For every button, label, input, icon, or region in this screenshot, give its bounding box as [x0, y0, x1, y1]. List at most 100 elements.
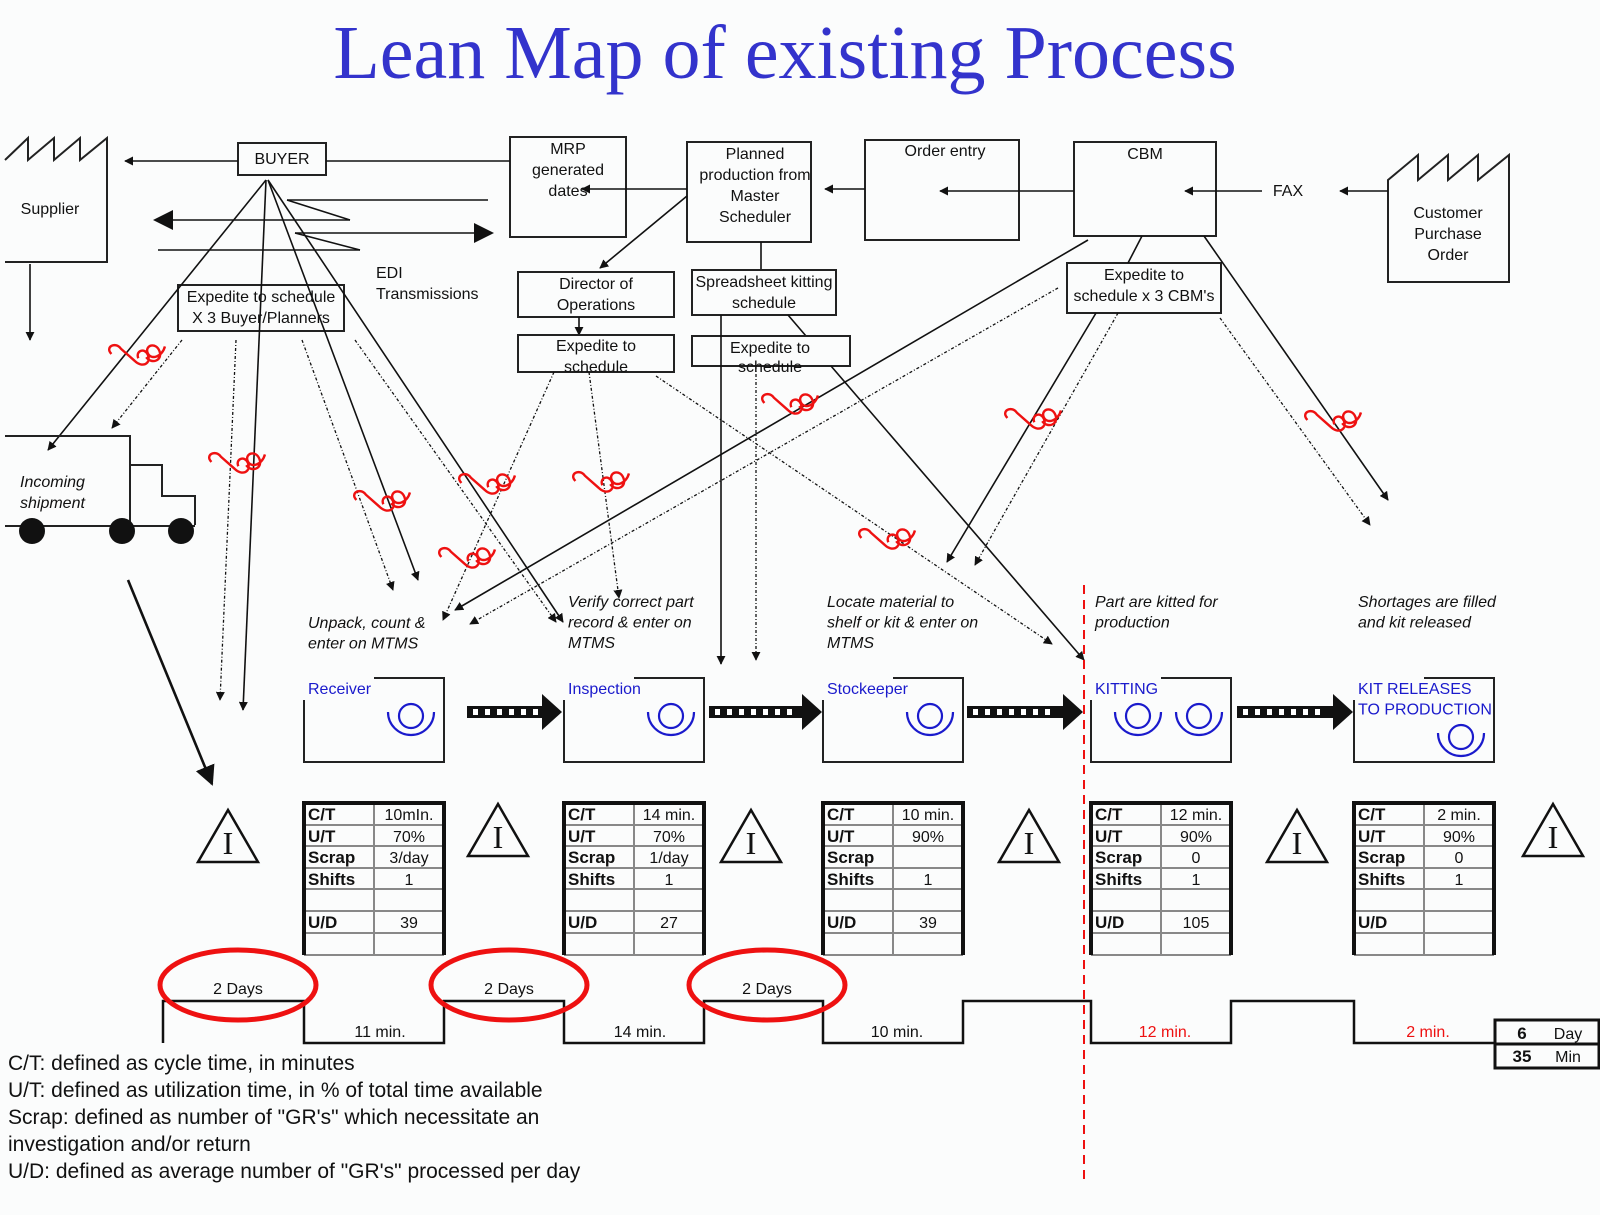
metric-label: C/T	[827, 805, 855, 824]
process-kit-releases-to-production: Shortages are filled and kit released KIT …	[1352, 594, 1497, 956]
metric-label: Scrap	[1095, 848, 1142, 867]
metric-label: C/T	[1358, 805, 1386, 824]
spreadsheet-to-expedite-line	[787, 314, 807, 337]
metric-label: Scrap	[827, 848, 874, 867]
expedite-spreadsheet-box: Expedite to schedule	[691, 335, 851, 376]
expedite-squiggle-icon	[437, 539, 499, 574]
process-name: Stockeeper	[827, 681, 909, 698]
metric-label: U/D	[827, 913, 856, 932]
customer-label-1: Customer	[1413, 205, 1483, 222]
metric-label: U/T	[568, 827, 596, 846]
timeline: 2 Days 11 min. 2 Days 14 min. 2 Days 10 min. 1…	[157, 947, 1495, 1045]
cbm-expedite-flows	[454, 235, 1389, 625]
svg-text:shipment: shipment	[20, 495, 85, 512]
process-name: KITTING	[1095, 681, 1158, 698]
legend-line: Scrap: defined as number of "GR's" which…	[8, 1106, 540, 1129]
metric-value: 1	[405, 872, 414, 889]
svg-text:Order entry: Order entry	[905, 143, 986, 160]
metric-value: 1	[924, 872, 933, 889]
edi-transmission-lines	[153, 199, 494, 251]
inventory-triangle-icon: I	[718, 807, 784, 864]
total-days-value: 6	[1517, 1024, 1526, 1043]
process-stockeeper: Locate material to shelf or kit & enter o…	[821, 594, 978, 956]
metric-label: U/D	[1095, 913, 1124, 932]
process-description: Unpack, count &	[308, 615, 425, 632]
svg-text:MRP: MRP	[550, 141, 586, 158]
metric-value: 1	[665, 872, 674, 889]
process-description: record & enter on	[568, 615, 692, 632]
svg-text:I: I	[746, 825, 757, 861]
customer-label-3: Order	[1428, 247, 1470, 264]
metric-label: Shifts	[1095, 870, 1142, 889]
process-description: shelf or kit & enter on	[827, 615, 978, 632]
cbm-box: CBM	[1073, 141, 1217, 237]
supplier-label: Supplier	[21, 201, 80, 218]
metric-label: U/T	[308, 827, 336, 846]
buyer-box: BUYER	[237, 142, 327, 176]
inventory-triangle-icon: I	[996, 807, 1062, 864]
process-name: Inspection	[568, 681, 641, 698]
process-name: Receiver	[308, 681, 372, 698]
metric-value: 39	[400, 915, 418, 932]
svg-text:schedule: schedule	[564, 359, 628, 376]
process-time-label: 10 min.	[871, 1024, 923, 1041]
operator-icon	[646, 702, 696, 737]
svg-text:schedule: schedule	[738, 359, 802, 376]
metric-label: Scrap	[308, 848, 355, 867]
total-days-unit: Day	[1554, 1026, 1582, 1043]
metric-value: 70%	[653, 829, 685, 846]
metric-label: U/D	[1358, 913, 1387, 932]
expedite-squiggle-icon	[207, 444, 269, 479]
inventory-triangle-icon: I	[465, 801, 531, 858]
wait-time-label: 2 Days	[213, 981, 263, 998]
process-receiver: Unpack, count & enter on MTMS Receiver C/T 1…	[302, 615, 446, 956]
process-description: production	[1094, 615, 1170, 632]
svg-text:schedule x 3 CBM's: schedule x 3 CBM's	[1074, 288, 1215, 305]
svg-text:I: I	[493, 819, 504, 855]
svg-text:I: I	[223, 825, 234, 861]
spreadsheet-box: Spreadsheet kitting schedule	[691, 269, 837, 316]
total-min-unit: Min	[1555, 1049, 1581, 1066]
process-description: and kit released	[1358, 615, 1472, 632]
metric-value: 27	[660, 915, 678, 932]
legend-line: U/D: defined as average number of "GR's"…	[8, 1160, 581, 1183]
process-data-table: C/T 10mIn. U/T 70% Scrap 3/day Shifts 1 U/D 39	[302, 801, 446, 956]
edi-label-2: Transmissions	[376, 286, 479, 303]
value-stream-map: Lean Map of existing Process Supplier Cu…	[4, 11, 1600, 1180]
metric-value: 10mIn.	[385, 807, 434, 824]
metric-label: U/D	[568, 913, 597, 932]
svg-text:Scheduler: Scheduler	[719, 209, 792, 226]
process-name: TO PRODUCTION	[1358, 702, 1492, 719]
metric-label: C/T	[1095, 805, 1123, 824]
process-time-label: 14 min.	[614, 1024, 666, 1041]
svg-text:Operations: Operations	[557, 297, 635, 314]
definitions-legend: C/T: defined as cycle time, in minutes U…	[8, 1050, 580, 1185]
metric-label: Shifts	[827, 870, 874, 889]
expedite-squiggle-icon	[352, 482, 414, 517]
process-data-table: C/T 10 min. U/T 90% Scrap Shifts 1 U/D 39	[821, 801, 965, 956]
process-description: Part are kitted for	[1095, 594, 1218, 611]
metric-value: 90%	[1180, 829, 1212, 846]
metric-label: U/T	[827, 827, 855, 846]
process-data-table: C/T 2 min. U/T 90% Scrap 0 Shifts 1 U/D	[1352, 801, 1496, 956]
metric-value: 39	[919, 915, 937, 932]
process-data-table: C/T 14 min. U/T 70% Scrap 1/day Shifts 1 U/D 27	[562, 801, 706, 956]
process-steps: Unpack, count & enter on MTMS Receiver C/T 1…	[195, 594, 1586, 956]
wait-time-label: 2 Days	[742, 981, 792, 998]
process-description: Shortages are filled	[1358, 594, 1497, 611]
svg-text:Planned: Planned	[726, 146, 785, 163]
wait-time-label: 2 Days	[484, 981, 534, 998]
push-arrow-icon	[967, 694, 1083, 730]
push-arrow-icon	[1237, 694, 1353, 730]
metric-label: Shifts	[308, 870, 355, 889]
lead-time-totals: 6 Day 35 Min	[1493, 1018, 1600, 1070]
metric-value: 0	[1455, 850, 1464, 867]
metric-label: Shifts	[568, 870, 615, 889]
buyer-information-flows	[47, 179, 564, 711]
director-expedite-flows	[442, 371, 1053, 645]
svg-text:Expedite to: Expedite to	[1104, 267, 1184, 284]
operator-icon	[905, 702, 955, 737]
process-time-label: 12 min.	[1139, 1024, 1191, 1041]
metric-value: 70%	[393, 829, 425, 846]
mrp-box: MRP generated dates	[509, 136, 627, 238]
